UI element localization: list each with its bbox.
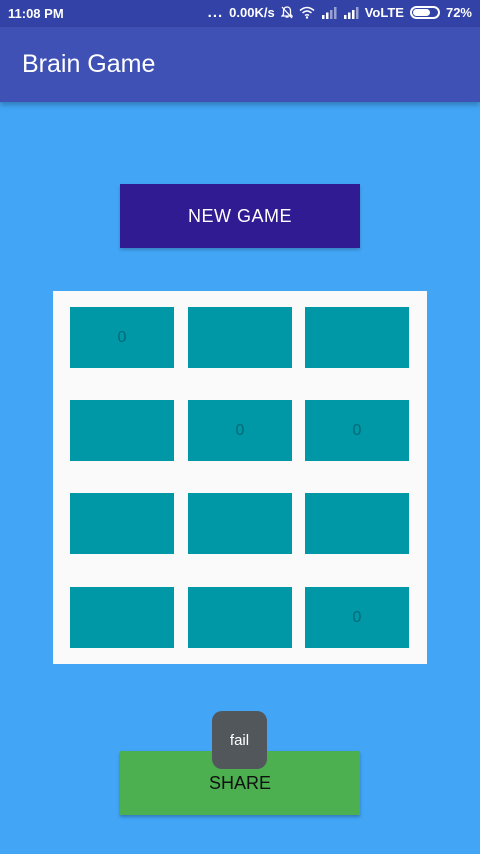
- tile-9[interactable]: [70, 587, 174, 648]
- status-time: 11:08 PM: [8, 6, 64, 21]
- tile-3[interactable]: [70, 400, 174, 461]
- wifi-icon: [299, 6, 315, 19]
- status-bar: 11:08 PM ... 0.00K/s VoLTE 72%: [0, 0, 480, 27]
- game-board: 0 0 0 0: [53, 291, 427, 664]
- battery-fill: [412, 9, 430, 16]
- carrier-label: VoLTE: [364, 5, 404, 20]
- network-speed: 0.00K/s: [229, 5, 275, 20]
- signal-icon: [343, 6, 359, 19]
- status-indicators: ... 0.00K/s VoLTE 72%: [208, 5, 472, 20]
- tile-7[interactable]: [188, 493, 292, 554]
- tile-10[interactable]: [188, 587, 292, 648]
- app-title: Brain Game: [22, 50, 156, 78]
- tile-6[interactable]: [70, 493, 174, 554]
- tile-11[interactable]: 0: [305, 587, 409, 648]
- tile-5[interactable]: 0: [305, 400, 409, 461]
- new-game-button[interactable]: NEW GAME: [120, 184, 360, 248]
- tile-4[interactable]: 0: [188, 400, 292, 461]
- bell-off-icon: [280, 6, 294, 19]
- tile-8[interactable]: [305, 493, 409, 554]
- status-dots: ...: [207, 4, 224, 21]
- app-bar: Brain Game: [0, 27, 480, 102]
- tile-2[interactable]: [305, 307, 409, 368]
- signal-icon: [321, 6, 337, 19]
- tile-1[interactable]: [188, 307, 292, 368]
- battery-icon: [409, 6, 440, 19]
- battery-percent: 72%: [445, 5, 472, 20]
- tile-0[interactable]: 0: [70, 307, 174, 368]
- toast-message: fail: [212, 711, 267, 769]
